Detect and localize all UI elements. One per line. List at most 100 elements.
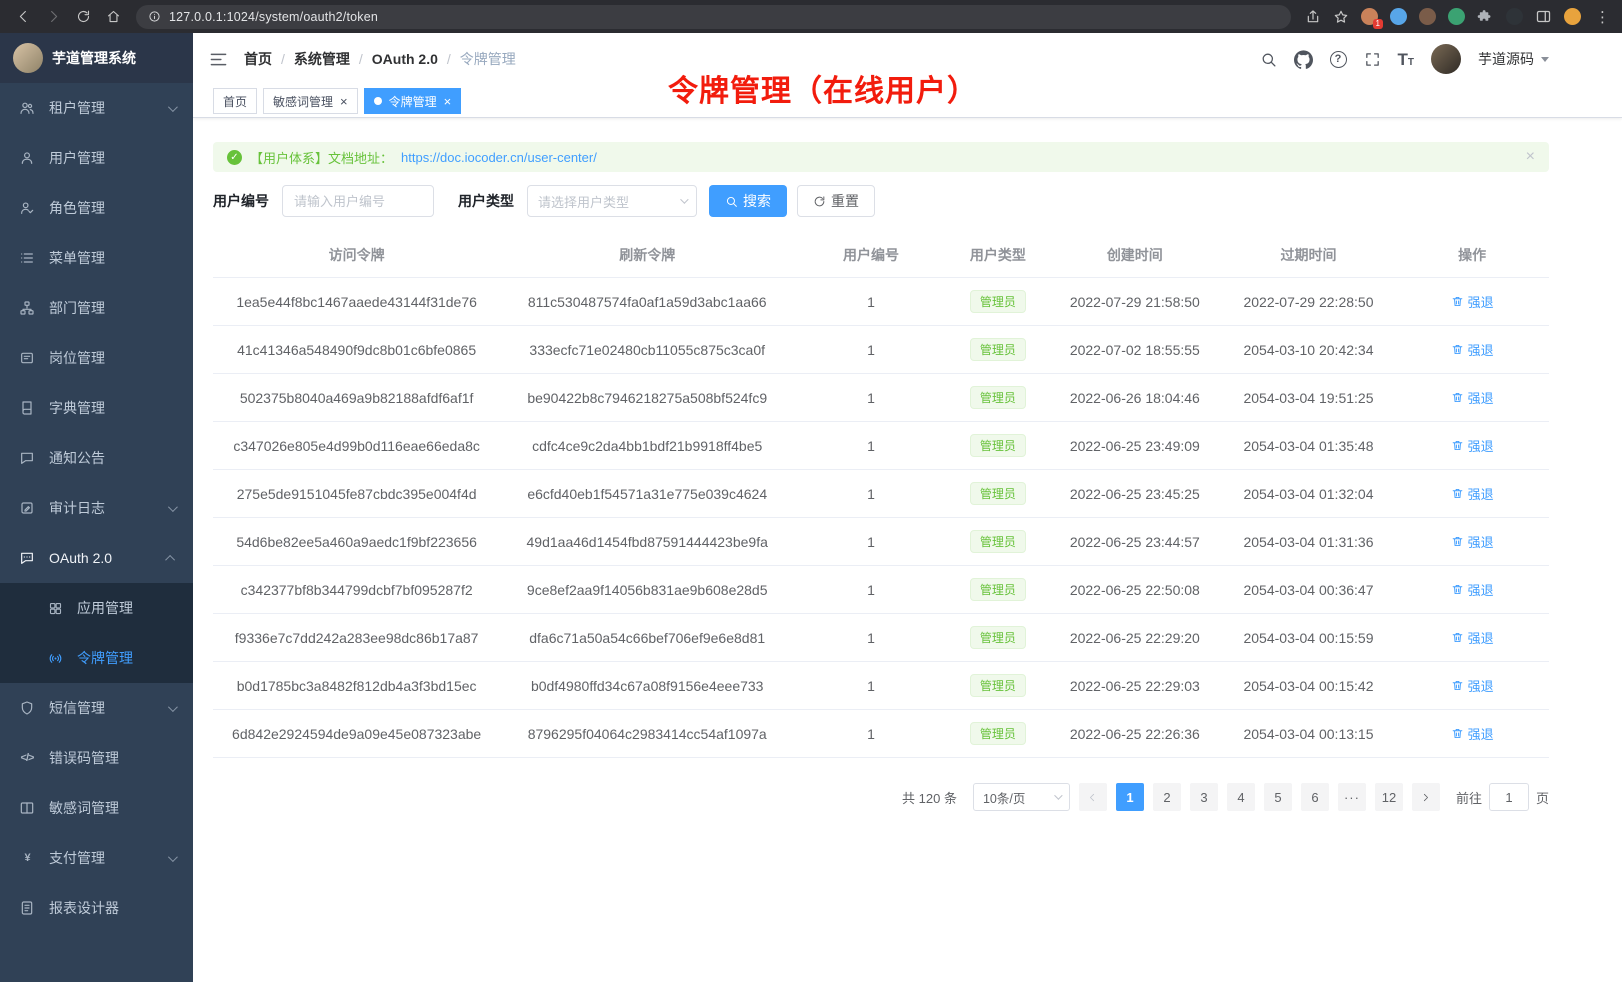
more-pages-button[interactable]: ··· <box>1338 783 1366 811</box>
refresh-token-cell: be90422b8c7946218275a508bf524fc9 <box>500 374 794 422</box>
github-icon[interactable] <box>1294 50 1313 69</box>
sidebar-item-report[interactable]: 报表设计器 <box>0 883 193 933</box>
bookmark-star-icon[interactable] <box>1333 9 1349 25</box>
next-page-button[interactable] <box>1412 783 1440 811</box>
force-logout-label: 强退 <box>1468 340 1494 359</box>
user-type-cell: 管理员 <box>948 278 1048 326</box>
page-button-1[interactable]: 1 <box>1116 783 1144 811</box>
search-icon[interactable] <box>1260 51 1277 68</box>
sidebar-item-oauth2-app[interactable]: 应用管理 <box>0 583 193 633</box>
sidebar-item-post[interactable]: 岗位管理 <box>0 333 193 383</box>
user-id-input[interactable] <box>282 185 434 217</box>
user-id-cell: 1 <box>794 518 948 566</box>
tab-label: 令牌管理 <box>389 93 437 110</box>
user-type-select[interactable]: 请选择用户类型 <box>527 185 697 217</box>
tab-home[interactable]: 首页 <box>213 88 257 114</box>
create-time-cell: 2022-07-29 21:58:50 <box>1048 278 1222 326</box>
sidebar-toggle-icon[interactable] <box>209 50 228 69</box>
sidebar-item-sensitive[interactable]: 敏感词管理 <box>0 783 193 833</box>
force-logout-button[interactable]: 强退 <box>1451 676 1494 695</box>
sidebar-item-errcode[interactable]: </>错误码管理 <box>0 733 193 783</box>
force-logout-button[interactable]: 强退 <box>1451 532 1494 551</box>
close-icon[interactable]: × <box>444 95 452 108</box>
help-icon[interactable]: ? <box>1330 51 1347 68</box>
goto-label: 前往 <box>1456 788 1482 807</box>
sidebar-item-user[interactable]: 用户管理 <box>0 133 193 183</box>
sidebar: 芋道管理系统 租户管理用户管理角色管理菜单管理部门管理岗位管理字典管理通知公告审… <box>0 33 193 982</box>
force-logout-button[interactable]: 强退 <box>1451 340 1494 359</box>
code-icon: </> <box>19 752 35 764</box>
fullscreen-icon[interactable] <box>1364 51 1381 68</box>
sidebar-item-dept[interactable]: 部门管理 <box>0 283 193 333</box>
sidebar-item-dict[interactable]: 字典管理 <box>0 383 193 433</box>
share-icon[interactable] <box>1305 9 1321 25</box>
sidebar-item-oauth2-token[interactable]: 令牌管理 <box>0 633 193 683</box>
browser-back-icon[interactable] <box>10 4 36 30</box>
tab-sensitive-word[interactable]: 敏感词管理× <box>263 88 358 114</box>
page-button-6[interactable]: 6 <box>1301 783 1329 811</box>
force-logout-button[interactable]: 强退 <box>1451 484 1494 503</box>
extension-5-icon[interactable] <box>1506 8 1523 25</box>
page-button-12[interactable]: 12 <box>1375 783 1403 811</box>
force-logout-button[interactable]: 强退 <box>1451 628 1494 647</box>
sidebar-item-sms[interactable]: 短信管理 <box>0 683 193 733</box>
force-logout-button[interactable]: 强退 <box>1451 436 1494 455</box>
page-button-4[interactable]: 4 <box>1227 783 1255 811</box>
force-logout-button[interactable]: 强退 <box>1451 580 1494 599</box>
force-logout-button[interactable]: 强退 <box>1451 724 1494 743</box>
site-info-icon[interactable] <box>148 10 161 23</box>
user-name[interactable]: 芋道源码 <box>1478 49 1534 69</box>
access-token-cell: 6d842e2924594de9a09e45e087323abe <box>213 710 500 758</box>
sidebar-item-audit[interactable]: 审计日志 <box>0 483 193 533</box>
browser-menu-icon[interactable]: ⋮ <box>1593 8 1612 26</box>
force-logout-button[interactable]: 强退 <box>1451 388 1494 407</box>
sidebar-item-pay[interactable]: ¥支付管理 <box>0 833 193 883</box>
alert-close-icon[interactable]: × <box>1526 148 1535 166</box>
doc-link[interactable]: https://doc.iocoder.cn/user-center/ <box>401 150 597 165</box>
page-button-3[interactable]: 3 <box>1190 783 1218 811</box>
user-type-cell: 管理员 <box>948 326 1048 374</box>
breadcrumb-item[interactable]: 首页 <box>244 49 272 69</box>
browser-forward-icon[interactable] <box>40 4 66 30</box>
page-button-2[interactable]: 2 <box>1153 783 1181 811</box>
caret-down-icon[interactable] <box>1541 57 1549 66</box>
page-button-5[interactable]: 5 <box>1264 783 1292 811</box>
url-text: 127.0.0.1:1024/system/oauth2/token <box>169 10 378 24</box>
prev-page-button[interactable] <box>1079 783 1107 811</box>
force-logout-label: 强退 <box>1468 292 1494 311</box>
browser-home-icon[interactable] <box>100 4 126 30</box>
action-cell: 强退 <box>1395 470 1549 518</box>
sidebar-item-notice[interactable]: 通知公告 <box>0 433 193 483</box>
extension-4-icon[interactable] <box>1448 8 1465 25</box>
search-button[interactable]: 搜索 <box>709 185 787 217</box>
sidebar-item-oauth2[interactable]: OAuth 2.0 <box>0 533 193 583</box>
breadcrumb-item[interactable]: 系统管理 <box>294 49 350 69</box>
extension-3-icon[interactable] <box>1419 8 1436 25</box>
extension-1-icon[interactable]: 1 <box>1361 8 1378 25</box>
browser-refresh-icon[interactable] <box>70 4 96 30</box>
font-size-icon[interactable]: TT <box>1398 51 1415 68</box>
address-bar[interactable]: 127.0.0.1:1024/system/oauth2/token <box>136 5 1291 29</box>
user-avatar[interactable] <box>1431 44 1461 74</box>
app-logo[interactable]: 芋道管理系统 <box>0 33 193 83</box>
page-size-select[interactable]: 10条/页 <box>973 783 1070 811</box>
reset-button[interactable]: 重置 <box>797 185 875 217</box>
sidebar-item-role[interactable]: 角色管理 <box>0 183 193 233</box>
create-time-cell: 2022-06-25 23:44:57 <box>1048 518 1222 566</box>
extensions-puzzle-icon[interactable] <box>1477 8 1494 25</box>
breadcrumb-item[interactable]: OAuth 2.0 <box>372 51 438 67</box>
extension-2-icon[interactable] <box>1390 8 1407 25</box>
sidebar-item-menu[interactable]: 菜单管理 <box>0 233 193 283</box>
sidebar-item-label: 角色管理 <box>49 198 179 218</box>
side-panel-icon[interactable] <box>1535 8 1552 25</box>
close-icon[interactable]: × <box>340 95 348 108</box>
page-content: ✓ 【用户体系】文档地址： https://doc.iocoder.cn/use… <box>193 118 1622 982</box>
profile-avatar-icon[interactable] <box>1564 8 1581 25</box>
force-logout-button[interactable]: 强退 <box>1451 292 1494 311</box>
user-id-cell: 1 <box>794 326 948 374</box>
sidebar-item-tenant[interactable]: 租户管理 <box>0 83 193 133</box>
goto-page-input[interactable] <box>1489 783 1529 811</box>
access-token-cell: 502375b8040a469a9b82188afdf6af1f <box>213 374 500 422</box>
breadcrumb-item: 令牌管理 <box>460 49 516 69</box>
tab-token[interactable]: 令牌管理 × <box>364 88 462 114</box>
